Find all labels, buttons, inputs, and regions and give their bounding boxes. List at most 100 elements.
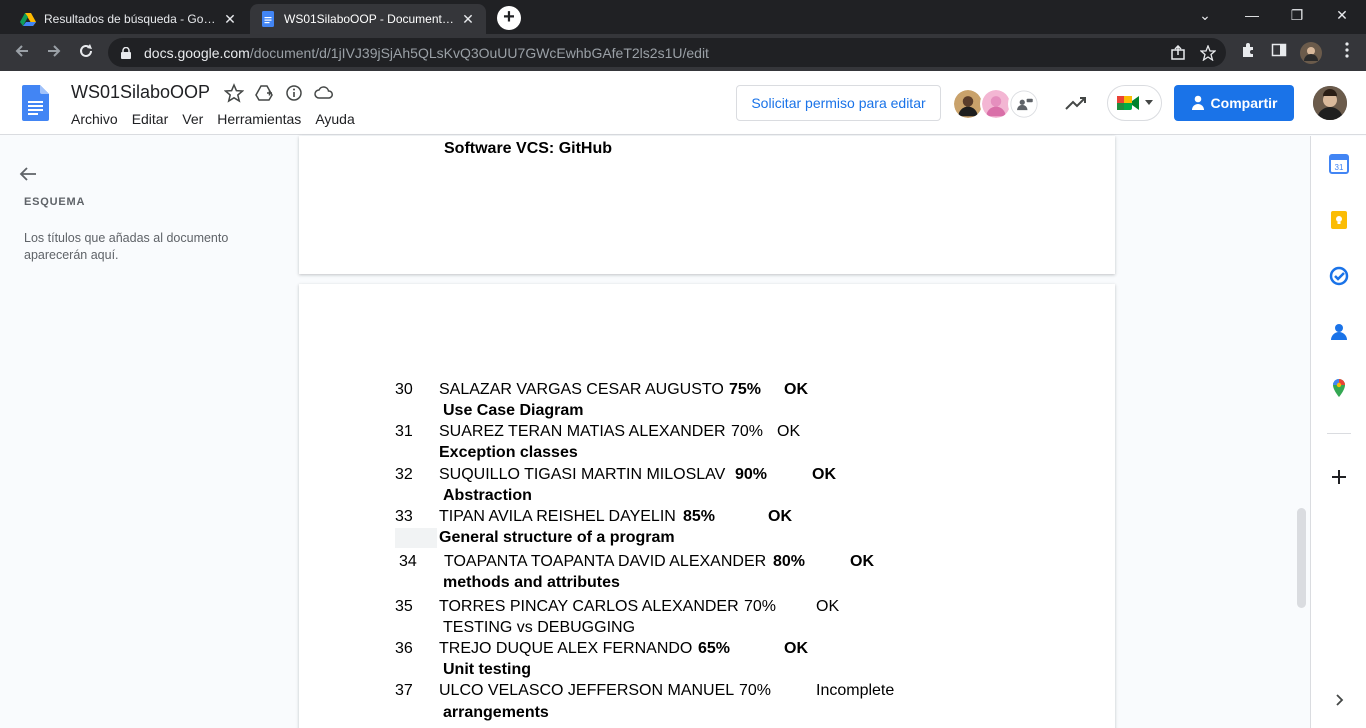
- browser-tab-google-search[interactable]: Resultados de búsqueda - Google ✕: [10, 4, 248, 34]
- account-avatar[interactable]: [1313, 86, 1347, 120]
- docs-header: WS01SilaboOOP Archivo Editar Ver Herrami…: [0, 71, 1366, 135]
- tab-close-icon[interactable]: ✕: [460, 11, 476, 28]
- document-title[interactable]: WS01SilaboOOP: [71, 82, 210, 103]
- new-tab-button[interactable]: +: [497, 6, 521, 30]
- google-meet-icon: [1116, 96, 1139, 110]
- student-name: SUAREZ TERAN MATIAS ALEXANDER: [439, 423, 726, 440]
- student-name: SUQUILLO TIGASI MARTIN MILOSLAV: [439, 466, 726, 483]
- student-percent: 70%: [731, 423, 764, 440]
- row-number: 32: [395, 466, 413, 483]
- collaborators: [952, 88, 1040, 120]
- cloud-status-icon[interactable]: [314, 83, 334, 103]
- reload-icon[interactable]: [74, 41, 98, 65]
- browser-toolbar: docs.google.com/document/d/1jIVJ39jSjAh5…: [0, 34, 1366, 71]
- row-number: 35: [395, 598, 413, 615]
- row-number: 34: [399, 553, 417, 570]
- request-edit-button[interactable]: Solicitar permiso para editar: [736, 85, 941, 121]
- tab-close-icon[interactable]: ✕: [222, 11, 238, 28]
- menu-ver[interactable]: Ver: [182, 111, 203, 127]
- student-topic: Abstraction: [443, 487, 532, 504]
- share-label: Compartir: [1210, 95, 1278, 111]
- row-number: 33: [395, 508, 413, 525]
- student-topic: arrangements: [443, 704, 549, 721]
- restore-button[interactable]: ❐: [1277, 0, 1317, 30]
- profile-avatar-icon[interactable]: [1300, 42, 1322, 64]
- keep-icon[interactable]: [1329, 210, 1349, 230]
- forward-icon[interactable]: [42, 41, 66, 65]
- google-drive-icon: [20, 13, 36, 26]
- tab-title: WS01SilaboOOP - Documentos de Google: [284, 12, 454, 26]
- extensions-icon[interactable]: [1237, 42, 1259, 64]
- lock-icon: [121, 46, 131, 59]
- meet-button[interactable]: [1107, 85, 1162, 121]
- student-status: OK: [784, 640, 808, 657]
- outline-title: ESQUEMA: [24, 196, 86, 208]
- student-topic: Exception classes: [439, 444, 578, 461]
- document-scrollbar[interactable]: [1297, 508, 1306, 608]
- tab-title: Resultados de búsqueda - Google: [44, 12, 216, 26]
- bookmark-star-icon[interactable]: [1200, 44, 1216, 61]
- chevron-right-icon[interactable]: [1329, 690, 1349, 710]
- contacts-icon[interactable]: [1329, 322, 1349, 342]
- student-percent: 70%: [744, 598, 777, 615]
- close-outline-arrow-icon[interactable]: [18, 164, 38, 184]
- side-panel-icon[interactable]: [1268, 42, 1290, 64]
- back-icon[interactable]: [10, 41, 34, 65]
- share-page-icon[interactable]: [1170, 44, 1186, 61]
- activity-dashboard-icon[interactable]: [1064, 93, 1088, 113]
- student-name: TORRES PINCAY CARLOS ALEXANDER: [439, 598, 739, 615]
- row-number: 30: [395, 381, 413, 398]
- student-percent: 65%: [698, 640, 731, 657]
- side-panel-apps: 31: [1310, 136, 1366, 728]
- calendar-icon[interactable]: 31: [1329, 154, 1349, 174]
- student-status: OK: [816, 598, 840, 615]
- student-status: OK: [768, 508, 792, 525]
- student-percent: 70%: [739, 682, 772, 699]
- student-name: TIPAN AVILA REISHEL DAYELIN: [439, 508, 676, 525]
- student-status: OK: [777, 423, 801, 440]
- browser-menu-icon[interactable]: [1336, 42, 1358, 64]
- anonymous-viewers-icon[interactable]: [1008, 88, 1040, 120]
- student-percent: 85%: [683, 508, 716, 525]
- document-page[interactable]: Software VCS: GitHub: [299, 136, 1115, 274]
- student-status: OK: [784, 381, 808, 398]
- selection-highlight: [395, 528, 437, 548]
- row-number: 36: [395, 640, 413, 657]
- menu-bar: Archivo Editar Ver Herramientas Ayuda: [71, 111, 369, 127]
- document-page[interactable]: 30 SALAZAR VARGAS CESAR AUGUSTO 75% OK U…: [299, 284, 1115, 728]
- outline-empty-hint: Los títulos que añadas al documento apar…: [24, 231, 229, 262]
- student-percent: 75%: [729, 381, 762, 398]
- menu-editar[interactable]: Editar: [132, 111, 169, 127]
- minimize-button[interactable]: —: [1232, 0, 1272, 30]
- document-outline-panel: ESQUEMA Los títulos que añadas al docume…: [0, 136, 290, 728]
- row-number: 31: [395, 423, 413, 440]
- student-topic: TESTING vs DEBUGGING: [443, 619, 636, 636]
- star-icon[interactable]: [223, 83, 245, 103]
- share-button[interactable]: Compartir: [1174, 85, 1294, 121]
- url-path: /document/d/1jIVJ39jSjAh5QLsKvQ3OuUU7GWc…: [249, 44, 709, 61]
- menu-herramientas[interactable]: Herramientas: [217, 111, 301, 127]
- docs-home-icon[interactable]: [22, 85, 49, 121]
- move-to-drive-icon[interactable]: [254, 83, 274, 103]
- student-status: OK: [812, 466, 836, 483]
- tasks-icon[interactable]: [1329, 266, 1349, 286]
- person-lock-icon: [1191, 95, 1204, 110]
- maps-icon[interactable]: [1329, 378, 1349, 398]
- tab-search-icon[interactable]: ⌄: [1185, 0, 1225, 30]
- student-percent: 80%: [773, 553, 806, 570]
- add-addon-icon[interactable]: [1329, 467, 1349, 487]
- browser-tab-docs[interactable]: WS01SilaboOOP - Documentos de Google ✕: [250, 4, 486, 34]
- doc-line: Software VCS: GitHub: [444, 140, 613, 157]
- student-percent: 90%: [735, 466, 768, 483]
- student-status: OK: [850, 553, 874, 570]
- address-bar[interactable]: docs.google.com/document/d/1jIVJ39jSjAh5…: [108, 38, 1226, 67]
- browser-tab-strip: Resultados de búsqueda - Google ✕ WS01Si…: [0, 0, 1366, 34]
- info-icon[interactable]: [284, 83, 304, 103]
- student-name: TREJO DUQUE ALEX FERNANDO: [439, 640, 693, 657]
- menu-archivo[interactable]: Archivo: [71, 111, 118, 127]
- menu-ayuda[interactable]: Ayuda: [315, 111, 354, 127]
- student-name: ULCO VELASCO JEFFERSON MANUEL: [439, 682, 735, 699]
- row-number: 37: [395, 682, 413, 699]
- student-topic: methods and attributes: [443, 574, 620, 591]
- close-window-button[interactable]: ✕: [1322, 0, 1362, 30]
